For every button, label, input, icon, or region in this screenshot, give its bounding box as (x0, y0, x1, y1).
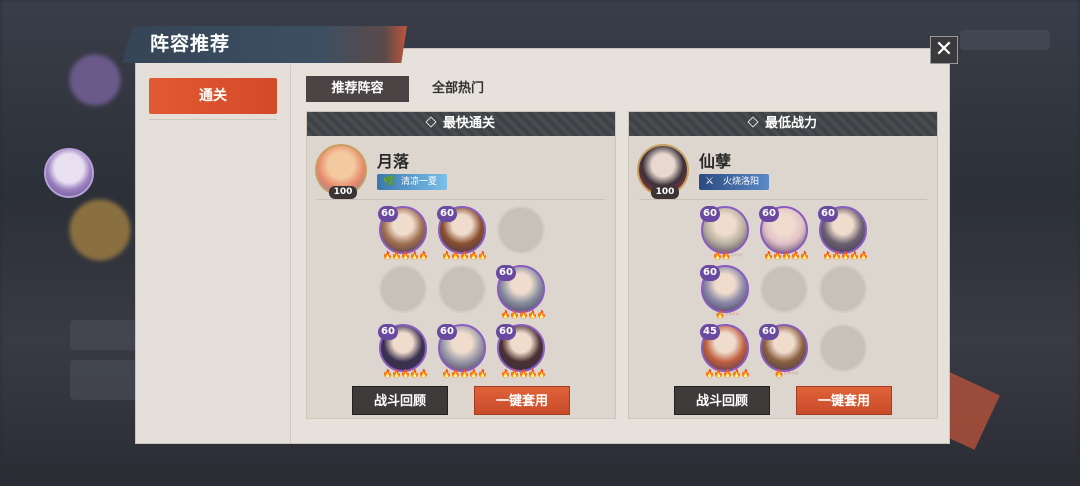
hero-level-badge: 60 (378, 324, 398, 340)
hero-level-badge: 60 (700, 265, 720, 281)
hero-level-badge: 60 (496, 265, 516, 281)
close-icon: ✕ (934, 37, 954, 62)
flame-rating-icon: 🔥🔥🔥🔥🔥 (441, 251, 488, 260)
hero-slot[interactable]: 60 🔥◦◦◦◦ (759, 324, 808, 378)
diamond-icon (425, 116, 437, 128)
apply-lineup-button[interactable]: 一键套用 (796, 386, 892, 415)
close-button[interactable]: ✕ (930, 36, 958, 64)
hero-level-badge: 60 (759, 324, 779, 340)
empty-hero-slot[interactable] (379, 265, 427, 313)
leader-name: 月落 (377, 152, 410, 171)
hero-slot[interactable]: 60 🔥🔥🔥🔥🔥 (759, 206, 809, 260)
flame-rating-icon: 🔥🔥◦◦◦ (712, 251, 742, 260)
flame-rating-icon: 🔥◦◦◦◦ (774, 369, 799, 378)
background-strip (960, 30, 1050, 50)
empty-hero-slot[interactable] (497, 206, 545, 254)
empty-hero-slot[interactable] (438, 265, 486, 313)
leader-tag-label: 清凉一夏 (401, 177, 438, 187)
divider (149, 119, 277, 120)
hero-slot[interactable]: 60 🔥🔥🔥🔥🔥 (437, 206, 487, 260)
divider (639, 199, 927, 200)
hero-level-badge: 60 (378, 206, 398, 222)
hero-slot[interactable]: 60 🔥◦◦◦◦ (700, 265, 749, 319)
hero-slot[interactable]: 60 🔥🔥🔥🔥🔥 (378, 206, 428, 260)
hero-slot[interactable]: 60 🔥🔥🔥🔥🔥 (496, 324, 546, 378)
hero-level-badge: 60 (496, 324, 516, 340)
leader-name: 仙孽 (699, 152, 732, 171)
card-header-label: 最低战力 (764, 116, 817, 131)
tab-recommended[interactable]: 推荐阵容 (306, 76, 409, 102)
lineup-card-lowest-power: 最低战力 100 仙孽 ⚔ 火烧洛阳 战斗回顾 一键套用 60 🔥🔥◦◦◦ 60 🔥🔥🔥… (628, 111, 938, 419)
flame-rating-icon: 🔥🔥🔥🔥🔥 (500, 310, 547, 319)
leader-level-badge: 100 (329, 186, 357, 199)
card-header-label: 最快通关 (442, 116, 495, 131)
background-avatar (44, 148, 94, 198)
leader-tag: 🌿 清凉一夏 (377, 174, 448, 190)
flame-rating-icon: 🔥🔥🔥🔥🔥 (704, 369, 751, 378)
hero-level-badge: 60 (818, 206, 838, 222)
card-header: 最低战力 (629, 112, 937, 136)
empty-hero-slot[interactable] (819, 324, 867, 372)
leader-tag: ⚔ 火烧洛阳 (699, 174, 770, 190)
leader-level-badge: 100 (651, 186, 679, 199)
hero-level-badge: 60 (700, 206, 720, 222)
panel-title: 阵容推荐 (122, 26, 407, 63)
flame-rating-icon: 🔥🔥🔥🔥🔥 (441, 369, 488, 378)
hero-level-badge: 60 (437, 206, 457, 222)
hero-level-badge: 60 (759, 206, 779, 222)
diamond-icon (747, 116, 759, 128)
divider (317, 199, 605, 200)
hero-slot[interactable]: 60 🔥🔥🔥🔥🔥 (818, 206, 868, 260)
flame-rating-icon: 🔥🔥🔥🔥🔥 (382, 369, 429, 378)
empty-hero-slot[interactable] (819, 265, 867, 313)
hero-slot[interactable]: 60 🔥🔥🔥🔥🔥 (437, 324, 487, 378)
stage-tab-clear[interactable]: 通关 (149, 78, 277, 114)
hero-slot[interactable]: 60 🔥🔥🔥🔥🔥 (378, 324, 428, 378)
leaf-icon: 🌿 (383, 176, 396, 187)
card-header: 最快通关 (307, 112, 615, 136)
battle-review-button[interactable]: 战斗回顾 (674, 386, 770, 415)
hero-slot[interactable]: 60 🔥🔥◦◦◦ (700, 206, 749, 260)
tab-all-popular[interactable]: 全部热门 (420, 76, 496, 102)
hero-level-badge: 45 (700, 324, 720, 340)
battle-review-button[interactable]: 战斗回顾 (352, 386, 448, 415)
stage-tab-column: 通关 (136, 65, 291, 443)
hero-level-badge: 60 (437, 324, 457, 340)
hero-slot[interactable]: 60 🔥🔥🔥🔥🔥 (496, 265, 546, 319)
flame-rating-icon: 🔥🔥🔥🔥🔥 (822, 251, 869, 260)
empty-hero-slot[interactable] (760, 265, 808, 313)
hero-slot[interactable]: 45 🔥🔥🔥🔥🔥 (700, 324, 750, 378)
flame-rating-icon: 🔥🔥🔥🔥🔥 (763, 251, 810, 260)
lineup-card-fastest: 最快通关 100 月落 🌿 清凉一夏 战斗回顾 一键套用 60 🔥🔥🔥🔥🔥 60 🔥🔥🔥… (306, 111, 616, 419)
flame-rating-icon: 🔥◦◦◦◦ (715, 310, 740, 319)
leader-tag-label: 火烧洛阳 (723, 177, 760, 187)
crossed-swords-icon: ⚔ (705, 176, 714, 187)
flame-rating-icon: 🔥🔥🔥🔥🔥 (382, 251, 429, 260)
flame-rating-icon: 🔥🔥🔥🔥🔥 (500, 369, 547, 378)
apply-lineup-button[interactable]: 一键套用 (474, 386, 570, 415)
